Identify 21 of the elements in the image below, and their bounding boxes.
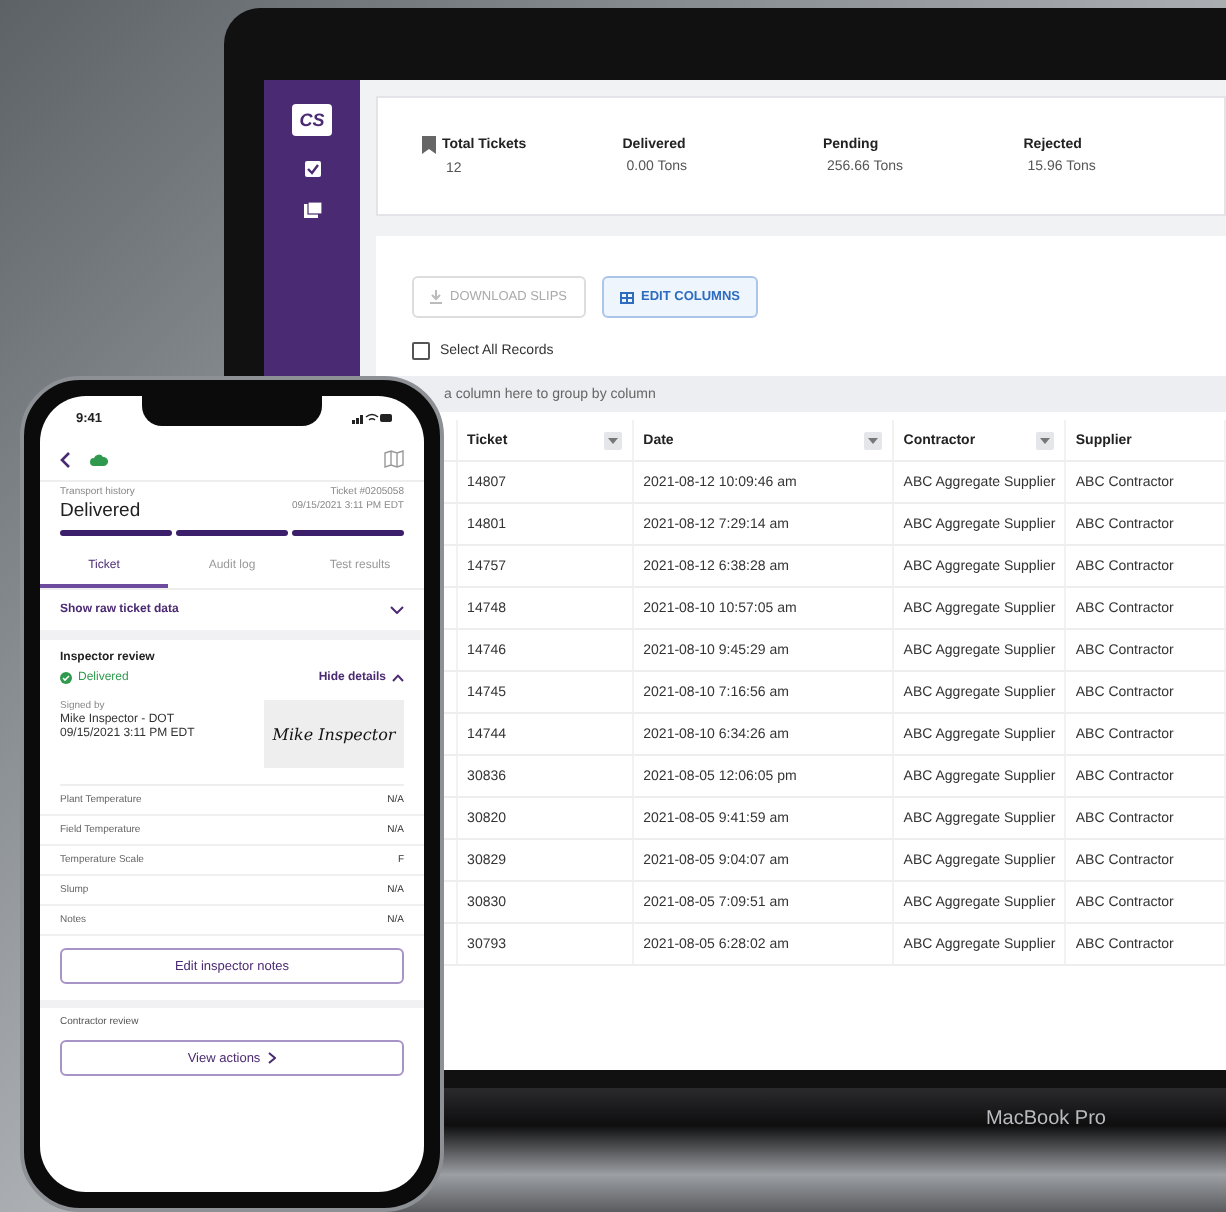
signature-box: Mike Inspector xyxy=(264,700,404,768)
header-title: Delivered xyxy=(60,500,141,522)
logo: CS xyxy=(291,104,333,136)
chevron-right-icon xyxy=(268,1052,277,1064)
checkbox-icon xyxy=(303,160,321,178)
filter-icon xyxy=(863,431,882,449)
filter-icon xyxy=(1035,431,1054,449)
download-icon xyxy=(430,290,442,304)
checkbox[interactable] xyxy=(412,342,430,360)
back-icon xyxy=(60,451,70,467)
check-circle-icon xyxy=(60,672,72,684)
cloud-icon xyxy=(90,453,108,465)
chevron-up-icon xyxy=(392,674,404,682)
gallery-icon xyxy=(303,202,321,220)
map-icon xyxy=(384,450,404,468)
status-icons xyxy=(352,412,392,424)
bookmark-icon xyxy=(422,136,436,154)
laptop-brand: MacBook Pro xyxy=(985,1108,1106,1130)
columns-icon xyxy=(619,291,634,303)
chevron-down-icon xyxy=(390,606,404,614)
filter-icon xyxy=(603,431,622,449)
